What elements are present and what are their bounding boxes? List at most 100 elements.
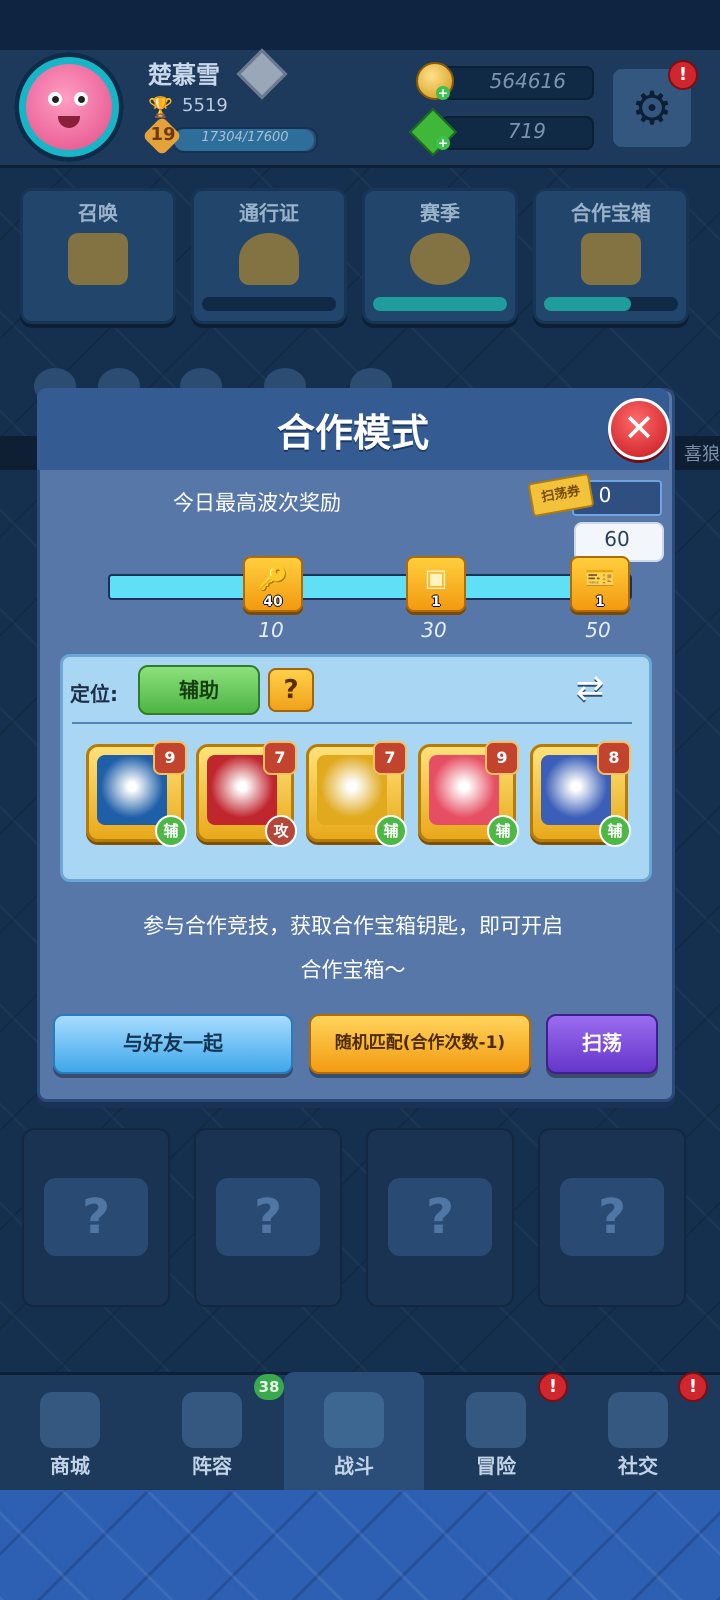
avatar-eye	[74, 92, 88, 106]
trophy-cup-icon	[410, 233, 470, 285]
xp-text: 17304/17600	[201, 130, 289, 145]
summon-cards-icon	[68, 233, 128, 285]
dice-level: 7	[373, 741, 407, 775]
dice-type-badge: 辅	[155, 815, 187, 847]
avatar-mouth	[58, 116, 80, 128]
dice-type-badge: 辅	[599, 815, 631, 847]
locked-slot[interactable]: ?	[194, 1128, 342, 1307]
add-gem-icon[interactable]: +	[436, 136, 450, 150]
locked-slot[interactable]: ?	[22, 1128, 170, 1307]
deck-dice-slot[interactable]: 9 辅	[86, 741, 187, 847]
best-wave-value: 60	[604, 527, 630, 551]
pass-card[interactable]: 通行证	[191, 188, 347, 324]
nav-label: 战斗	[334, 1454, 374, 1478]
nav-label: 阵容	[192, 1454, 232, 1478]
dice-level: 9	[485, 741, 519, 775]
play-with-friend-button[interactable]: 与好友一起	[53, 1014, 293, 1074]
deck-dice-slot[interactable]: 7 辅	[306, 741, 407, 847]
add-gold-icon[interactable]: +	[436, 86, 450, 100]
settings-alert-badge: !	[668, 60, 698, 90]
chest-icon	[581, 233, 641, 285]
adventure-icon	[466, 1392, 526, 1448]
season-progress-fill	[373, 297, 507, 311]
pass-progress	[202, 297, 336, 311]
description-line: 合作宝箱～	[300, 958, 406, 982]
nav-battle[interactable]: 战斗	[284, 1372, 424, 1490]
shop-icon	[40, 1392, 100, 1448]
dice-type-badge: 辅	[375, 815, 407, 847]
coop-chest-progress	[544, 297, 678, 311]
adventure-alert-badge: !	[538, 1372, 568, 1402]
swap-icon[interactable]: ⇄	[566, 668, 614, 708]
question-icon: ?	[44, 1178, 148, 1256]
dice-type-badge: 攻	[265, 815, 297, 847]
sweep-ticket-count: 0	[598, 483, 612, 507]
roster-count-badge: 38	[254, 1374, 284, 1400]
reward-qty: 1	[431, 594, 441, 610]
reward-qty: 1	[595, 594, 605, 610]
milestone-wave: 10	[258, 618, 284, 642]
milestone-reward[interactable]: 🔑 40	[243, 556, 303, 612]
dice-level: 9	[153, 741, 187, 775]
reward-qty: 40	[263, 594, 283, 610]
avatar-image	[26, 64, 112, 150]
close-button[interactable]: ✕	[608, 398, 670, 460]
nav-label: 冒险	[476, 1454, 516, 1478]
gold-value: 564616	[489, 69, 566, 93]
role-label: 定位:	[70, 682, 118, 706]
mode-description: 参与合作竞技，获取合作宝箱钥匙，即可开启 合作宝箱～	[37, 904, 669, 992]
sweep-button[interactable]: 扫荡	[546, 1014, 658, 1074]
season-progress	[373, 297, 507, 311]
deck-dice-slot[interactable]: 7 攻	[196, 741, 297, 847]
crossed-swords-icon	[324, 1392, 384, 1448]
player-name: 楚慕雪	[148, 61, 220, 89]
nav-label: 商城	[50, 1454, 90, 1478]
trophy-icon: 🏆	[148, 95, 173, 119]
dice-level: 7	[263, 741, 297, 775]
gear-icon: ⚙	[631, 81, 673, 135]
milestone-wave: 50	[585, 618, 611, 642]
divider	[72, 722, 632, 724]
milestone-wave: 30	[421, 618, 447, 642]
chat-icon	[608, 1392, 668, 1448]
season-card[interactable]: 赛季	[362, 188, 518, 324]
description-line: 参与合作竞技，获取合作宝箱钥匙，即可开启	[143, 914, 563, 938]
locked-slot[interactable]: ?	[366, 1128, 514, 1307]
card-label: 通行证	[239, 201, 299, 225]
question-icon: ?	[560, 1178, 664, 1256]
trophy-count: 5519	[182, 95, 228, 116]
milestone-reward[interactable]: ▣ 1	[406, 556, 466, 612]
dice-level: 8	[597, 741, 631, 775]
question-icon: ?	[388, 1178, 492, 1256]
deck-dice-slot[interactable]: 9 辅	[418, 741, 519, 847]
nav-shop[interactable]: 商城	[0, 1372, 140, 1490]
random-match-button[interactable]: 随机匹配(合作次数-1)	[309, 1014, 531, 1074]
crown-shield-icon	[239, 233, 299, 285]
dialog-title: 合作模式	[276, 411, 429, 455]
role-selector[interactable]: 辅助	[138, 665, 260, 715]
summon-card[interactable]: 召唤	[20, 188, 176, 324]
card-label: 赛季	[420, 201, 460, 225]
question-icon: ?	[216, 1178, 320, 1256]
social-alert-badge: !	[678, 1372, 708, 1402]
ticker-text: 喜狼	[684, 444, 720, 465]
card-label: 合作宝箱	[571, 201, 651, 225]
avatar-eye	[48, 92, 62, 106]
card-label: 召唤	[78, 201, 118, 225]
nav-label: 社交	[618, 1454, 658, 1478]
wave-progress-bar	[108, 574, 632, 600]
player-level: 19	[150, 124, 176, 145]
help-button[interactable]: ?	[268, 668, 314, 712]
deck-dice-slot[interactable]: 8 辅	[530, 741, 631, 847]
reward-title: 今日最高波次奖励	[173, 491, 341, 515]
coop-chest-card[interactable]: 合作宝箱	[533, 188, 689, 324]
ticket-icon: 🎫	[585, 564, 615, 592]
milestone-reward[interactable]: 🎫 1	[570, 556, 630, 612]
coop-chest-progress-fill	[544, 297, 632, 311]
key-icon: 🔑	[258, 564, 288, 592]
dice-card-icon: ▣	[424, 564, 448, 592]
locked-slot[interactable]: ?	[538, 1128, 686, 1307]
dice-type-badge: 辅	[487, 815, 519, 847]
dice-icon	[182, 1392, 242, 1448]
status-strip	[0, 0, 720, 50]
